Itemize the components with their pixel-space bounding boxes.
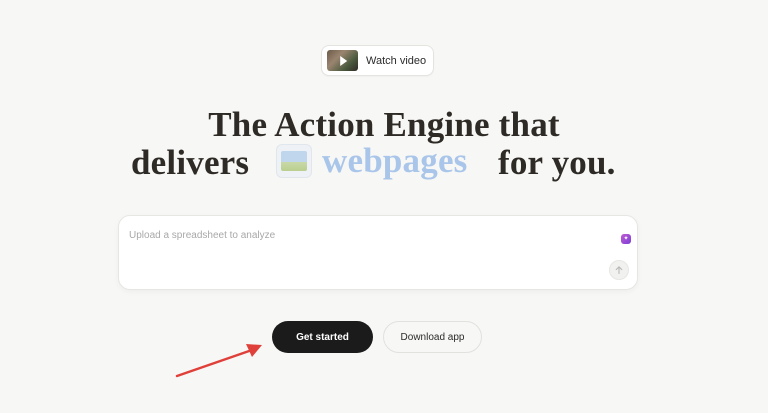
image-thumbnail: [281, 151, 307, 171]
headline-word-for-you: for you.: [498, 143, 616, 182]
rotating-word: webpages: [322, 141, 468, 180]
watch-video-button[interactable]: Watch video: [321, 45, 434, 76]
headline-word-delivers: delivers: [131, 143, 250, 182]
prompt-input[interactable]: [129, 226, 599, 244]
rotating-word-group: webpages: [276, 139, 468, 183]
prompt-box: ✦: [118, 215, 638, 290]
download-app-button[interactable]: Download app: [383, 321, 482, 353]
headline-line-2: delivers webpages for you.: [0, 142, 768, 182]
hero-headline: The Action Engine that delivers webpages…: [0, 106, 768, 190]
watch-video-label: Watch video: [366, 54, 427, 67]
arrow-up-icon: [615, 266, 623, 275]
video-thumbnail-icon: [327, 50, 358, 71]
app-plugin-icon[interactable]: ✦: [621, 234, 631, 244]
image-icon: [276, 144, 312, 178]
get-started-button[interactable]: Get started: [272, 321, 373, 353]
play-icon: [339, 55, 347, 66]
send-button[interactable]: [609, 260, 629, 280]
